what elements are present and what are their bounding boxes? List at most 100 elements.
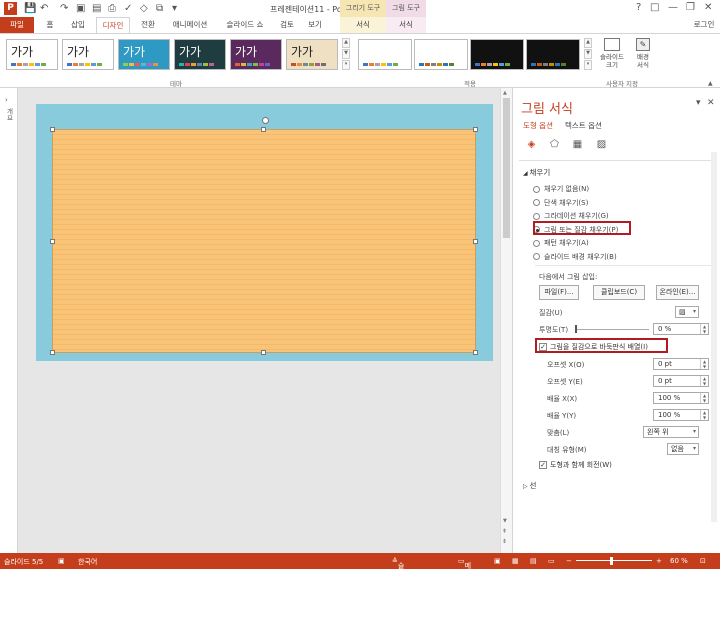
scale-y-spinner[interactable]: 100 % ▲ ▼ xyxy=(653,409,709,421)
resize-handle-s[interactable] xyxy=(261,350,266,355)
radio-button-icon[interactable] xyxy=(533,212,540,220)
zoom-slider-thumb[interactable] xyxy=(610,557,613,565)
transparency-spinner[interactable]: 0 % ▲ ▼ xyxy=(653,323,709,335)
variant-thumbnail[interactable] xyxy=(414,39,468,70)
fill-option[interactable]: 그라데이션 채우기(G) xyxy=(533,211,609,221)
picture-icon[interactable]: ▨ xyxy=(595,138,608,151)
fill-option[interactable]: 채우기 없음(N) xyxy=(533,184,589,194)
tab-picture-format[interactable]: 서식 xyxy=(386,17,426,33)
redo-icon[interactable]: ↷ xyxy=(60,3,68,14)
zoom-level[interactable]: 60 % xyxy=(670,557,688,565)
scale-x-spinner[interactable]: 100 % ▲ ▼ xyxy=(653,392,709,404)
radio-button-icon[interactable] xyxy=(533,253,540,260)
fill-section-header[interactable]: ◢ 채우기 xyxy=(523,167,550,178)
tab-view[interactable]: 보기 xyxy=(302,17,328,33)
zoom-out-icon[interactable]: − xyxy=(566,557,572,565)
tab-design[interactable]: 디자인 xyxy=(96,17,130,33)
resize-handle-n[interactable] xyxy=(261,127,266,132)
spinner-arrows-icon[interactable]: ▲ ▼ xyxy=(700,376,708,386)
customize-qat-icon[interactable]: ▾ xyxy=(172,3,177,14)
resize-handle-ne[interactable] xyxy=(473,127,478,132)
tab-text-options[interactable]: 텍스트 옵션 xyxy=(565,120,602,131)
radio-button-icon[interactable] xyxy=(533,239,540,247)
variants-scroll-down[interactable]: ▼ xyxy=(584,49,592,59)
variant-thumbnail[interactable] xyxy=(526,39,580,70)
themes-scroll-down[interactable]: ▼ xyxy=(342,49,350,59)
spinner-arrows-icon[interactable]: ▲ ▼ xyxy=(700,359,708,369)
print-icon[interactable]: ⎙ xyxy=(108,3,116,14)
offset-y-spinner[interactable]: 0 pt ▲ ▼ xyxy=(653,375,709,387)
maximize-button[interactable]: ❐ xyxy=(686,2,695,13)
undo-icon[interactable]: ↶ xyxy=(40,3,48,14)
pane-close-icon[interactable]: ✕ xyxy=(707,98,715,108)
zoom-in-icon[interactable]: + xyxy=(656,557,662,565)
slideshow-view-icon[interactable]: ▭ xyxy=(548,557,555,565)
variants-more[interactable]: ▾ xyxy=(584,60,592,70)
fill-option[interactable]: 단색 채우기(S) xyxy=(533,198,588,208)
fill-line-icon[interactable]: ◈ xyxy=(525,138,538,151)
spinner-arrows-icon[interactable]: ▲ ▼ xyxy=(700,393,708,403)
tab-shape-options[interactable]: 도형 옵션 xyxy=(523,120,553,131)
theme-thumbnail[interactable]: 가가 xyxy=(286,39,338,70)
slide-sorter-icon[interactable]: ▦ xyxy=(512,557,519,565)
group-icon[interactable]: ⧉ xyxy=(156,3,163,14)
insert-online-button[interactable]: 온라인(E)... xyxy=(656,285,699,300)
tab-slideshow[interactable]: 슬라이드 쇼 xyxy=(220,17,270,33)
tile-checkbox[interactable]: ✓ 그림을 질감으로 바둑판식 배열(I) xyxy=(539,342,648,352)
resize-handle-w[interactable] xyxy=(50,239,55,244)
tab-review[interactable]: 검토 xyxy=(274,17,300,33)
insert-clipboard-button[interactable]: 클립보드(C) xyxy=(593,285,645,300)
size-properties-icon[interactable]: ▦ xyxy=(571,138,584,151)
tab-transitions[interactable]: 전환 xyxy=(134,17,162,33)
tab-file[interactable]: 파일 xyxy=(0,17,34,33)
save-icon[interactable]: 💾 xyxy=(24,3,36,14)
sign-in-link[interactable]: 로그인 xyxy=(690,17,718,33)
reading-view-icon[interactable]: ▤ xyxy=(530,557,537,565)
theme-thumbnail[interactable]: 가가 xyxy=(230,39,282,70)
outline-label[interactable]: 개요 xyxy=(4,108,14,121)
tab-home[interactable]: 홈 xyxy=(38,17,62,33)
theme-thumbnail[interactable]: 가가 xyxy=(174,39,226,70)
theme-thumbnail[interactable]: 가가 xyxy=(6,39,58,70)
help-button[interactable]: ? xyxy=(636,2,641,13)
close-button[interactable]: ✕ xyxy=(704,2,712,13)
pane-scrollbar[interactable] xyxy=(711,152,717,522)
variant-thumbnail[interactable] xyxy=(358,39,412,70)
theme-thumbnail[interactable]: 가가 xyxy=(62,39,114,70)
radio-button-icon[interactable] xyxy=(533,185,540,193)
minimize-button[interactable]: — xyxy=(668,2,678,13)
resize-handle-se[interactable] xyxy=(473,350,478,355)
theme-thumbnail[interactable]: 가가 xyxy=(118,39,170,70)
expand-thumbnails-icon[interactable]: › xyxy=(5,96,8,104)
themes-scroll-up[interactable]: ▲ xyxy=(342,38,350,48)
variant-thumbnail[interactable] xyxy=(470,39,524,70)
radio-button-icon[interactable] xyxy=(533,199,540,206)
fill-option[interactable]: 슬라이드 배경 채우기(B) xyxy=(533,252,617,262)
ribbon-display-button[interactable]: □ xyxy=(650,2,659,13)
next-slide-icon[interactable]: ⇟ xyxy=(502,538,507,545)
resize-handle-sw[interactable] xyxy=(50,350,55,355)
normal-view-icon[interactable]: ▣ xyxy=(494,557,501,565)
shapes-icon[interactable]: ◇ xyxy=(140,3,148,14)
spelling-icon[interactable]: ✓ xyxy=(124,3,132,14)
spinner-arrows-icon[interactable]: ▲ ▼ xyxy=(700,410,708,420)
tab-animations[interactable]: 애니메이션 xyxy=(164,17,216,33)
rotate-handle[interactable] xyxy=(262,117,269,124)
textured-rectangle-shape[interactable] xyxy=(52,129,476,353)
language-status[interactable]: 한국어 xyxy=(78,557,97,567)
format-background-button[interactable]: ✎ 배경 서식 xyxy=(630,37,656,77)
insert-file-button[interactable]: 파일(F)... xyxy=(539,285,579,300)
fill-option[interactable]: 패턴 채우기(A) xyxy=(533,238,589,248)
texture-dropdown[interactable]: ▨ ▾ xyxy=(675,306,699,318)
notes-button[interactable]: ≙ 슬라이드 노트 xyxy=(392,557,404,620)
resize-handle-nw[interactable] xyxy=(50,127,55,132)
offset-x-spinner[interactable]: 0 pt ▲ ▼ xyxy=(653,358,709,370)
prev-slide-icon[interactable]: ⇞ xyxy=(502,528,507,535)
tab-insert[interactable]: 삽입 xyxy=(64,17,92,33)
open-icon[interactable]: ▤ xyxy=(92,3,101,14)
variants-scroll-up[interactable]: ▲ xyxy=(584,38,592,48)
editor-vertical-scrollbar[interactable]: ▲ ▼ ⇞ ⇟ xyxy=(500,88,512,553)
spinner-arrows-icon[interactable]: ▲ ▼ xyxy=(700,324,708,334)
scroll-down-icon[interactable]: ▼ xyxy=(503,518,507,524)
transparency-slider[interactable] xyxy=(575,329,649,330)
